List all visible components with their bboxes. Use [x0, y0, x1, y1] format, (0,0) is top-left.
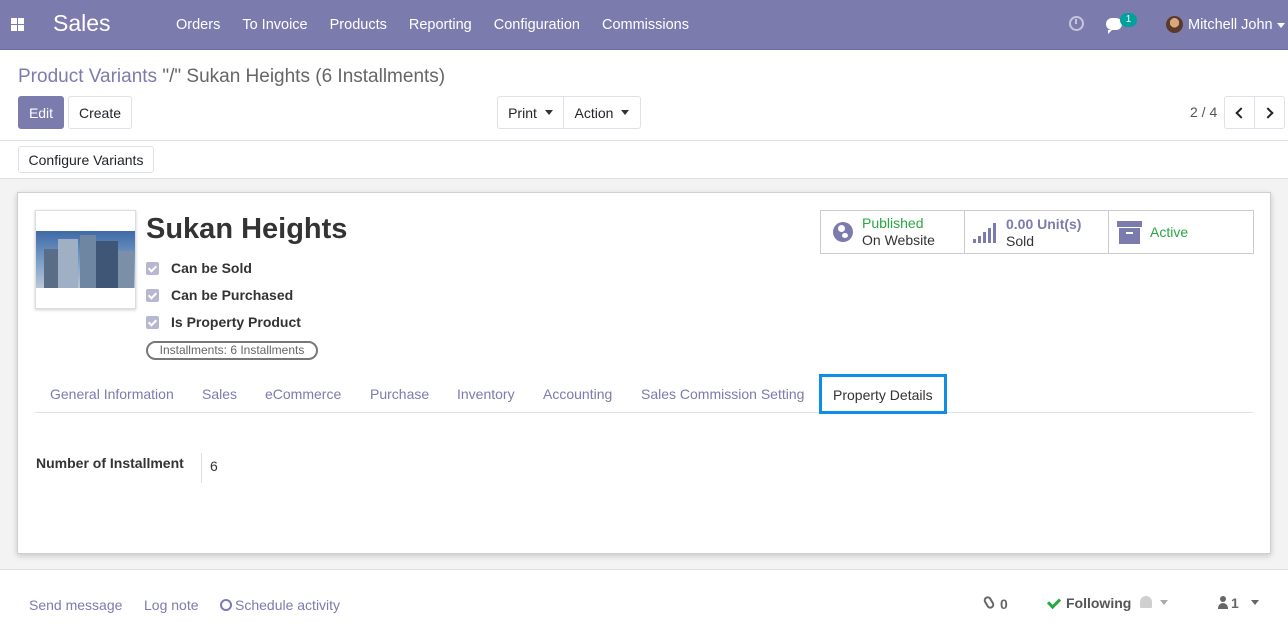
menu-configuration[interactable]: Configuration: [483, 17, 591, 33]
can-be-sold-checkbox[interactable]: [146, 262, 159, 275]
user-menu[interactable]: Mitchell John: [1188, 17, 1273, 33]
main-menu: Orders To Invoice Products Reporting Con…: [165, 0, 700, 50]
can-be-purchased-label: Can be Purchased: [171, 287, 294, 303]
breadcrumb-current: Sukan Heights (6 Installments): [186, 66, 446, 87]
tab-sales[interactable]: Sales: [202, 376, 237, 413]
breadcrumb-parent[interactable]: Product Variants: [18, 66, 157, 87]
print-dropdown[interactable]: Print: [497, 96, 564, 129]
published-status: Published: [862, 215, 924, 231]
menu-to-invoice[interactable]: To Invoice: [231, 17, 318, 33]
send-message-link[interactable]: Send message: [29, 597, 122, 613]
schedule-activity-link[interactable]: Schedule activity: [220, 597, 340, 613]
bell-icon[interactable]: [1140, 596, 1152, 608]
menu-orders[interactable]: Orders: [165, 17, 231, 33]
archive-icon: [1117, 221, 1142, 244]
configure-variants-button[interactable]: Configure Variants: [18, 146, 154, 173]
is-property-product-label: Is Property Product: [171, 314, 301, 330]
installments-badge: Installments: 6 Installments: [146, 341, 318, 360]
app-brand[interactable]: Sales: [53, 10, 111, 37]
clock-icon: [220, 599, 232, 611]
action-dropdown[interactable]: Action: [563, 96, 641, 129]
sold-label: Sold: [1006, 233, 1035, 249]
pager-value[interactable]: 2 / 4: [1190, 104, 1217, 120]
control-panel-divider: [0, 140, 1288, 141]
clock-icon[interactable]: [1069, 16, 1084, 31]
globe-icon: [833, 222, 853, 242]
check-icon: [1046, 594, 1062, 610]
published-subtitle: On Website: [862, 232, 935, 248]
paperclip-icon[interactable]: [982, 594, 996, 611]
chat-badge: 1: [1120, 13, 1137, 27]
menu-reporting[interactable]: Reporting: [398, 17, 483, 33]
is-property-product-checkbox[interactable]: [146, 316, 159, 329]
tab-purchase[interactable]: Purchase: [370, 376, 429, 413]
sold-value: 0.00 Unit(s): [1006, 216, 1082, 232]
breadcrumb: Product Variants "/" Sukan Heights (6 In…: [18, 66, 445, 88]
pager-next-button[interactable]: [1254, 96, 1285, 129]
menu-products[interactable]: Products: [319, 17, 398, 33]
top-navbar: Sales Orders To Invoice Products Reporti…: [0, 0, 1288, 50]
sold-smart-button[interactable]: 0.00 Unit(s) Sold: [964, 210, 1109, 254]
chevron-left-icon: [1235, 106, 1247, 119]
apps-icon[interactable]: [11, 18, 24, 31]
notebook-tabs: General Information Sales eCommerce Purc…: [35, 376, 1253, 413]
log-note-link[interactable]: Log note: [144, 597, 199, 613]
print-label: Print: [508, 104, 537, 121]
tab-sales-commission-setting[interactable]: Sales Commission Setting: [641, 376, 804, 413]
product-name[interactable]: Sukan Heights: [146, 213, 347, 246]
signal-icon: [973, 223, 999, 243]
active-smart-button[interactable]: Active: [1108, 210, 1254, 254]
person-icon[interactable]: [1217, 596, 1228, 609]
user-avatar[interactable]: [1166, 16, 1183, 33]
number-of-installment-label: Number of Installment: [36, 455, 184, 471]
create-button[interactable]: Create: [68, 96, 132, 129]
tab-accounting[interactable]: Accounting: [543, 376, 612, 413]
published-smart-button[interactable]: Published On Website: [820, 210, 965, 254]
edit-button[interactable]: Edit: [18, 96, 64, 129]
following-button[interactable]: Following: [1066, 595, 1131, 611]
pager-previous-button[interactable]: [1224, 96, 1255, 129]
tab-general-information[interactable]: General Information: [50, 376, 174, 413]
number-of-installment-value[interactable]: 6: [210, 458, 218, 474]
active-status: Active: [1150, 224, 1189, 240]
chevron-right-icon: [1262, 106, 1274, 119]
tab-inventory[interactable]: Inventory: [457, 376, 515, 413]
caret-down-icon: [544, 110, 553, 115]
caret-down-icon[interactable]: [1251, 600, 1259, 605]
followers-count[interactable]: 1: [1231, 595, 1239, 611]
tab-property-details[interactable]: Property Details: [819, 374, 947, 414]
caret-down-icon: [621, 110, 630, 115]
action-label: Action: [574, 104, 614, 121]
menu-commissions[interactable]: Commissions: [591, 17, 700, 33]
can-be-purchased-checkbox[interactable]: [146, 289, 159, 302]
user-caret-icon[interactable]: [1277, 23, 1285, 28]
breadcrumb-sep: "/": [157, 66, 187, 87]
tab-property-details-label: Property Details: [833, 387, 933, 403]
field-separator: [201, 453, 202, 483]
product-image[interactable]: [35, 210, 136, 309]
schedule-activity-label: Schedule activity: [235, 597, 341, 613]
can-be-sold-label: Can be Sold: [171, 260, 252, 276]
tab-ecommerce[interactable]: eCommerce: [265, 376, 341, 413]
caret-down-icon[interactable]: [1160, 600, 1168, 605]
attachment-count[interactable]: 0: [1000, 596, 1008, 612]
